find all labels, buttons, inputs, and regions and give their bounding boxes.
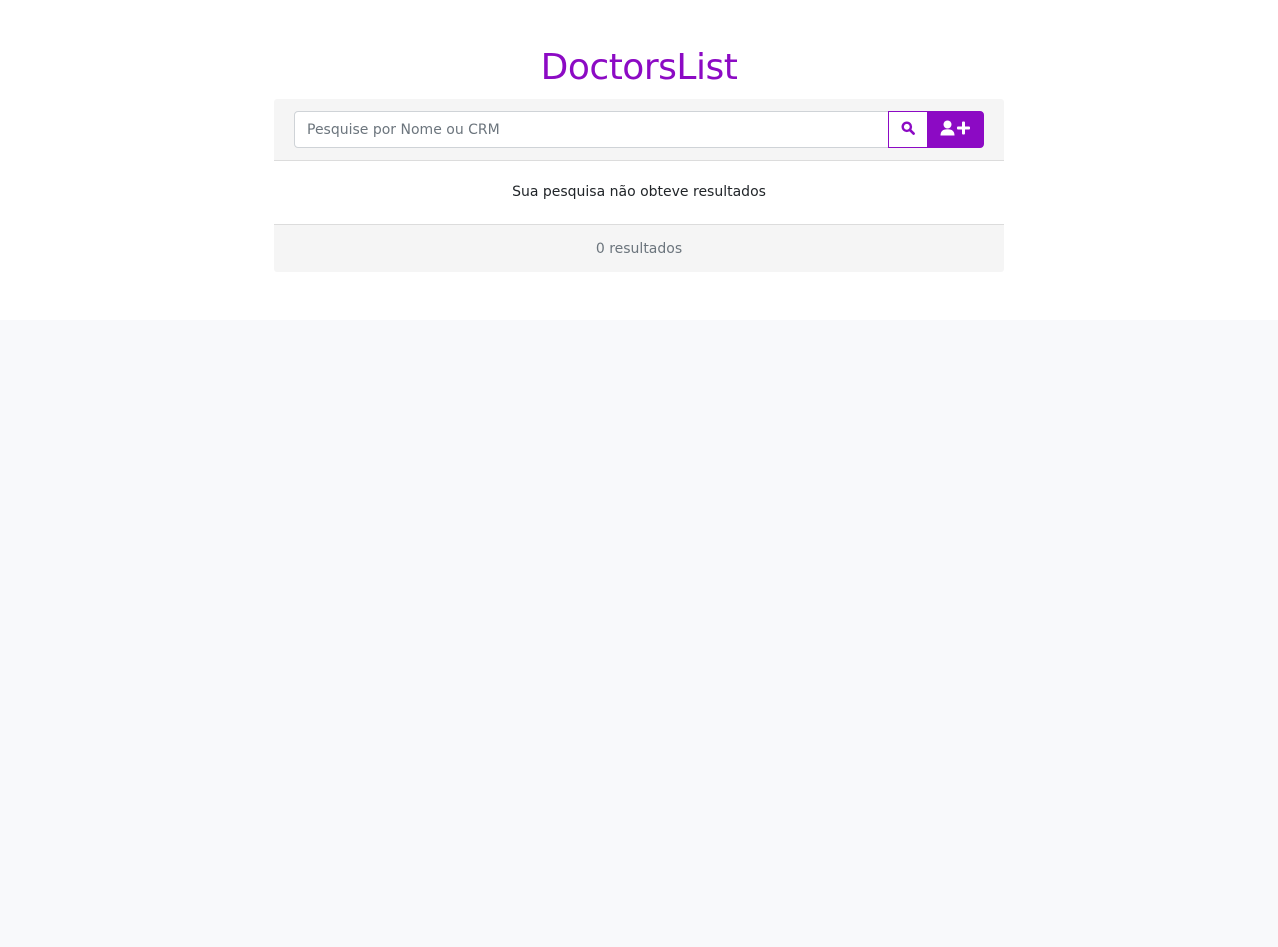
search-button[interactable]	[888, 111, 928, 148]
results-body: Sua pesquisa não obteve resultados	[274, 161, 1004, 224]
results-footer: 0 resultados	[274, 224, 1004, 272]
search-icon	[901, 121, 915, 138]
add-doctor-button[interactable]	[927, 111, 984, 148]
header-section: DoctorsList Pesquise por Nome ou CRM Sua…	[0, 0, 1278, 320]
doctors-card: Sua pesquisa não obteve resultados 0 res…	[274, 99, 1004, 272]
results-count: 0 resultados	[595, 240, 683, 257]
empty-results-message: Sua pesquisa não obteve resultados	[512, 183, 766, 200]
user-plus-icon	[940, 120, 972, 139]
search-input[interactable]	[294, 111, 889, 148]
search-bar	[274, 99, 1004, 161]
app-title: DoctorsList	[540, 47, 738, 88]
